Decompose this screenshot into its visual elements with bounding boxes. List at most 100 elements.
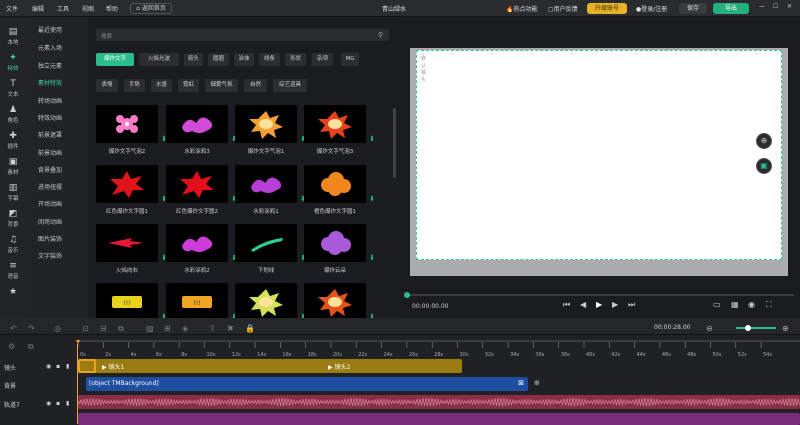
progress-handle[interactable]	[404, 292, 410, 298]
rail-item-background[interactable]: ◩ 背景	[0, 206, 26, 232]
tag-item[interactable]: 表情	[96, 79, 118, 92]
effect-thumbnail[interactable]: !!!⬇	[96, 283, 167, 321]
tag-item[interactable]: 涂抹	[234, 53, 254, 66]
search-icon[interactable]: ⚲	[378, 31, 383, 39]
effect-thumbnail[interactable]: ⬇	[304, 283, 375, 321]
undo-icon[interactable]: ↶	[10, 324, 17, 333]
copy-icon[interactable]: ⧉	[118, 324, 124, 334]
rail-item-text[interactable]: T 文本	[0, 76, 26, 102]
tag-item[interactable]: 杂项	[312, 53, 333, 66]
effect-thumbnail[interactable]: ⬇	[235, 224, 306, 262]
side-lock-icon[interactable]: ▣	[756, 158, 772, 174]
effect-thumbnail[interactable]: ⬇	[235, 283, 306, 321]
upload-icon[interactable]: ⇪	[209, 324, 216, 333]
effect-thumbnail[interactable]: ⬇	[235, 165, 306, 203]
lock-icon[interactable]: 🔒	[245, 324, 255, 333]
maximize-icon[interactable]: ☐	[773, 3, 778, 10]
track-settings-icon[interactable]: ⚙	[8, 342, 15, 351]
split-icon[interactable]: ⊟	[100, 324, 107, 333]
tag-item[interactable]: MG	[341, 53, 359, 66]
tag-item[interactable]: 形状	[285, 53, 306, 66]
export-button[interactable]: 导出	[713, 3, 749, 14]
eye-icon[interactable]: ◉	[46, 400, 51, 407]
eye-icon[interactable]: ◉	[46, 363, 51, 370]
close-icon[interactable]: ✕	[787, 3, 792, 10]
rail-item-voice[interactable]: ≡ 语音	[0, 258, 26, 284]
zoom-slider[interactable]	[736, 325, 776, 331]
category-item[interactable]: 开场动画	[38, 199, 62, 208]
crop-icon[interactable]: ⊡	[82, 324, 89, 333]
effect-thumbnail[interactable]: !!!⬇	[166, 283, 237, 321]
menu-help[interactable]: 帮助	[106, 4, 118, 13]
category-item[interactable]: 转场动画	[38, 96, 62, 105]
record-icon[interactable]: ◎	[54, 324, 61, 333]
rail-item-material[interactable]: ▣ 素材	[0, 154, 26, 180]
effect-thumbnail[interactable]: ⬇	[235, 105, 306, 143]
shot2-clip[interactable]: ▶ 镜头2	[328, 362, 350, 371]
rail-item-favorite[interactable]: ★	[0, 284, 26, 310]
zoom-handle[interactable]	[745, 325, 751, 331]
tag-item[interactable]: 火焰光波	[139, 53, 179, 66]
screen-icon[interactable]: ▭	[713, 300, 721, 309]
background-clip[interactable]: [object TMBackground] ⊠	[86, 377, 528, 391]
category-item[interactable]: 元素入场	[38, 43, 62, 52]
effect-thumbnail[interactable]: ⬇	[304, 165, 375, 203]
tag-item[interactable]: 箭头	[184, 53, 203, 66]
grid-icon[interactable]: ▦	[731, 300, 739, 309]
rail-item-music[interactable]: ♫ 音乐	[0, 232, 26, 258]
side-tool-icon[interactable]: ⊕	[756, 133, 772, 149]
play-icon[interactable]: ▶	[596, 300, 602, 309]
tag-item[interactable]: 圆圈	[208, 53, 229, 66]
delete-icon[interactable]: ✖	[227, 324, 234, 333]
step-back-icon[interactable]: ◀	[580, 300, 586, 309]
category-item[interactable]: 文字装饰	[38, 251, 62, 260]
progress-track[interactable]	[404, 292, 794, 298]
hot-features-link[interactable]: 🔥热点功能	[506, 4, 538, 13]
download-icon[interactable]: ⬇	[369, 254, 375, 262]
effect-clip[interactable]	[78, 413, 800, 425]
effect-thumbnail[interactable]: ⬇	[304, 105, 375, 143]
track-copy-icon[interactable]: ⧉	[28, 342, 34, 352]
zoom-out-icon[interactable]: ⊖	[706, 324, 713, 333]
tag-active[interactable]: 爆炸文字	[96, 53, 134, 66]
tag-item[interactable]: 水墨	[151, 79, 172, 92]
redo-icon[interactable]: ↷	[28, 324, 35, 333]
skip-end-icon[interactable]: ⏭	[628, 300, 635, 310]
feedback-link[interactable]: ▢用户反馈	[548, 4, 578, 13]
upgrade-button[interactable]: 升级账号	[587, 3, 627, 14]
category-item-active[interactable]: 素材特效	[38, 78, 62, 87]
rail-item-plugin[interactable]: ✚ 插件	[0, 128, 26, 154]
search-input[interactable]: 搜索 ⚲	[96, 29, 389, 41]
menu-tools[interactable]: 工具	[57, 4, 69, 13]
category-item[interactable]: 前景动画	[38, 148, 62, 157]
effect-thumbnail[interactable]: ⬇	[166, 224, 237, 262]
skip-start-icon[interactable]: ⏮	[563, 300, 570, 310]
category-item[interactable]: 前景遮罩	[38, 130, 62, 139]
tag-item[interactable]: 综艺道具	[273, 79, 307, 92]
menu-file[interactable]: 文件	[6, 4, 18, 13]
rail-item-character[interactable]: ♟ 角色	[0, 102, 26, 128]
menu-edit[interactable]: 编辑	[32, 4, 44, 13]
download-icon[interactable]: ⬇	[369, 135, 375, 143]
effect-thumbnail[interactable]: ⬇	[96, 165, 167, 203]
delete-icon[interactable]: ▮	[66, 363, 69, 370]
image-icon[interactable]: ▨	[146, 324, 154, 333]
add-clip-icon[interactable]: ⊕	[534, 379, 540, 387]
login-link[interactable]: ●登录/注册	[636, 4, 667, 13]
step-forward-icon[interactable]: ▶	[612, 300, 618, 309]
tag-item[interactable]: 烟雾气氛	[205, 79, 238, 92]
tag-item[interactable]: 霓虹	[178, 79, 199, 92]
category-item[interactable]: 图片装饰	[38, 234, 62, 243]
category-item[interactable]: 闭场动画	[38, 217, 62, 226]
lock-icon[interactable]: ▪	[56, 363, 60, 370]
shot-clip-track[interactable]: ▶ 镜头1 ▶ 镜头2	[78, 359, 462, 373]
zoom-in-icon[interactable]: ⊕	[782, 324, 789, 333]
download-icon[interactable]: ⬇	[369, 195, 375, 203]
rail-item-local[interactable]: ▤ 本地	[0, 24, 26, 50]
layers-icon[interactable]: ◈	[182, 324, 188, 333]
timeline-ruler[interactable]: 0s 2s 4s 6s 8s 10s 12s 14s 16s 18s 20s 22s 24s 26s 28s…	[68, 340, 800, 358]
align-icon[interactable]: ⊞	[164, 324, 171, 333]
save-button[interactable]: 保存	[679, 3, 707, 14]
panel-scrollbar[interactable]	[393, 108, 396, 178]
shot1-clip[interactable]: ▶ 镜头1	[102, 362, 124, 371]
